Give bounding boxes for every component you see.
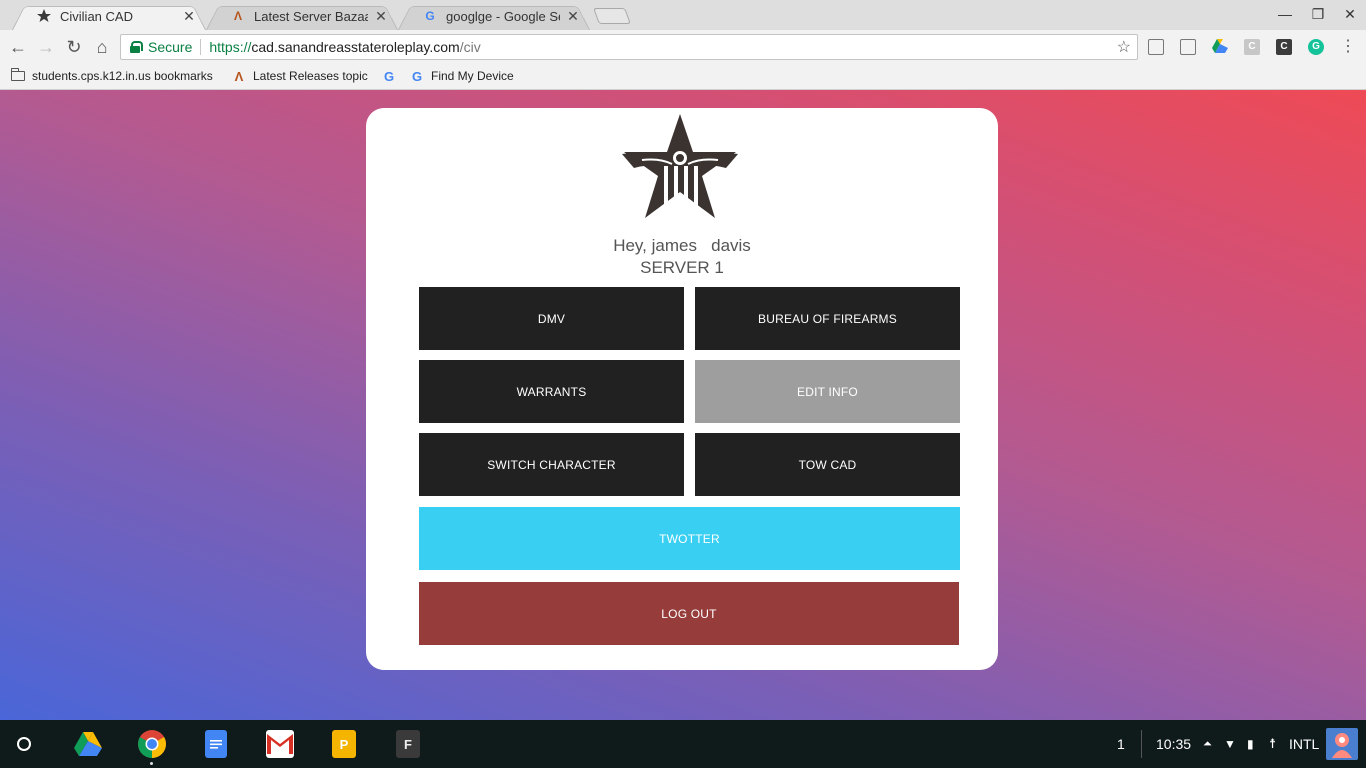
tab-title: Latest Server Bazaar top <box>254 8 368 24</box>
lock-icon <box>130 41 143 53</box>
tab-server-bazaar[interactable]: Λ Latest Server Bazaar top ✕ <box>206 2 398 31</box>
server-label: SERVER 1 <box>640 258 724 277</box>
table-extension-icon[interactable] <box>1180 39 1196 55</box>
dmv-button[interactable]: DMV <box>419 287 684 350</box>
sasrp-star-logo <box>622 114 738 218</box>
greeting-text: Hey, james davis <box>613 236 751 255</box>
bookmark-label: Latest Releases topic <box>253 69 368 83</box>
docs-icon[interactable] <box>205 730 227 758</box>
os-shelf: P F 1 10:35 ⏶ ▼ ▮ ☨ INTL <box>0 720 1366 768</box>
twotter-button[interactable]: TWOTTER <box>419 507 960 570</box>
bookmarks-bar: students.cps.k12.in.us bookmarks Λ Lates… <box>0 64 1366 90</box>
divider <box>200 39 202 55</box>
bazaar-a-icon: Λ <box>234 68 244 84</box>
minimize-icon[interactable]: — <box>1272 4 1298 24</box>
f-app-icon[interactable]: F <box>396 730 420 758</box>
bureau-of-firearms-button[interactable]: BUREAU OF FIREARMS <box>695 287 960 350</box>
new-tab-button[interactable] <box>593 8 631 24</box>
launcher-icon[interactable] <box>17 737 31 751</box>
bookmark-google[interactable]: G <box>381 68 403 84</box>
upload-icon: ⏶ <box>1203 737 1212 750</box>
bookmark-label: students.cps.k12.in.us bookmarks <box>32 69 213 83</box>
gmail-icon[interactable] <box>266 730 294 758</box>
tab-title: Civilian CAD <box>60 8 133 24</box>
bookmark-label: Find My Device <box>431 69 514 83</box>
switch-character-button[interactable]: SWITCH CHARACTER <box>419 433 684 496</box>
input-method[interactable]: INTL <box>1289 720 1319 768</box>
running-indicator <box>150 762 153 765</box>
c-extension-icon[interactable]: C <box>1244 39 1260 55</box>
avatar[interactable] <box>1326 728 1358 760</box>
bookmark-find-my-device[interactable]: G Find My Device <box>409 68 514 84</box>
url-host: cad.sanandreasstateroleplay.com <box>251 39 460 55</box>
bookmark-students-folder[interactable]: students.cps.k12.in.us bookmarks <box>10 68 213 84</box>
reload-icon[interactable]: ↻ <box>62 35 86 59</box>
secure-label: Secure <box>148 39 193 55</box>
forward-arrow-icon[interactable]: → <box>34 35 58 59</box>
wifi-icon: ▼ <box>1224 737 1236 751</box>
menu-dots-icon[interactable]: ⋮ <box>1336 35 1360 59</box>
warrants-button[interactable]: WARRANTS <box>419 360 684 423</box>
drive-icon[interactable] <box>74 730 102 758</box>
reader-extension-icon[interactable] <box>1148 39 1164 55</box>
tab-google-search[interactable]: G googlge - Google Search ✕ <box>398 2 590 31</box>
restore-icon[interactable]: ❐ <box>1305 4 1331 24</box>
clock[interactable]: 10:35 <box>1156 720 1191 768</box>
bookmark-star-icon[interactable]: ☆ <box>1117 37 1131 57</box>
drive-extension-icon[interactable] <box>1212 39 1228 55</box>
back-arrow-icon[interactable]: ← <box>6 35 30 59</box>
folder-icon <box>10 68 26 84</box>
url-scheme: https:// <box>209 39 252 55</box>
page-background: Hey, james davis SERVER 1 DMV BUREAU OF … <box>0 90 1366 720</box>
bookmark-latest-releases[interactable]: Λ Latest Releases topic <box>231 68 368 84</box>
edit-info-button[interactable]: EDIT INFO <box>695 360 960 423</box>
grammarly-icon[interactable]: G <box>1308 39 1324 55</box>
home-icon[interactable]: ⌂ <box>90 35 114 59</box>
tab-title: googlge - Google Search <box>446 8 560 24</box>
tab-civilian-cad[interactable]: Civilian CAD ✕ <box>12 2 206 31</box>
close-icon[interactable]: ✕ <box>566 8 580 25</box>
notification-count[interactable]: 1 <box>1117 720 1125 768</box>
p-app-icon[interactable]: P <box>332 730 356 758</box>
browser-toolbar: ← → ↻ ⌂ Secure https:// cad.sanandreasst… <box>0 30 1366 64</box>
close-icon[interactable]: ✕ <box>182 8 196 25</box>
divider <box>1141 730 1142 758</box>
battery-icon: ▮ <box>1247 737 1254 751</box>
log-out-button[interactable]: LOG OUT <box>419 582 959 645</box>
google-g-icon: G <box>383 68 395 84</box>
accessibility-icon: ☨ <box>1269 736 1277 751</box>
chrome-icon[interactable] <box>138 730 166 758</box>
c-dark-extension-icon[interactable]: C <box>1276 39 1292 55</box>
bazaar-a-icon: Λ <box>233 9 242 23</box>
star-badge-icon <box>36 8 52 24</box>
google-g-icon: G <box>411 68 423 84</box>
civilian-panel: Hey, james davis SERVER 1 DMV BUREAU OF … <box>366 108 998 670</box>
tow-cad-button[interactable]: TOW CAD <box>695 433 960 496</box>
google-g-icon: G <box>425 9 435 23</box>
address-bar[interactable]: Secure https:// cad.sanandreasstaterolep… <box>120 34 1138 60</box>
close-window-icon[interactable]: ✕ <box>1337 4 1363 24</box>
close-icon[interactable]: ✕ <box>374 8 388 25</box>
url-path: /civ <box>459 39 481 55</box>
tab-strip: Civilian CAD ✕ Λ Latest Server Bazaar to… <box>0 0 1366 31</box>
